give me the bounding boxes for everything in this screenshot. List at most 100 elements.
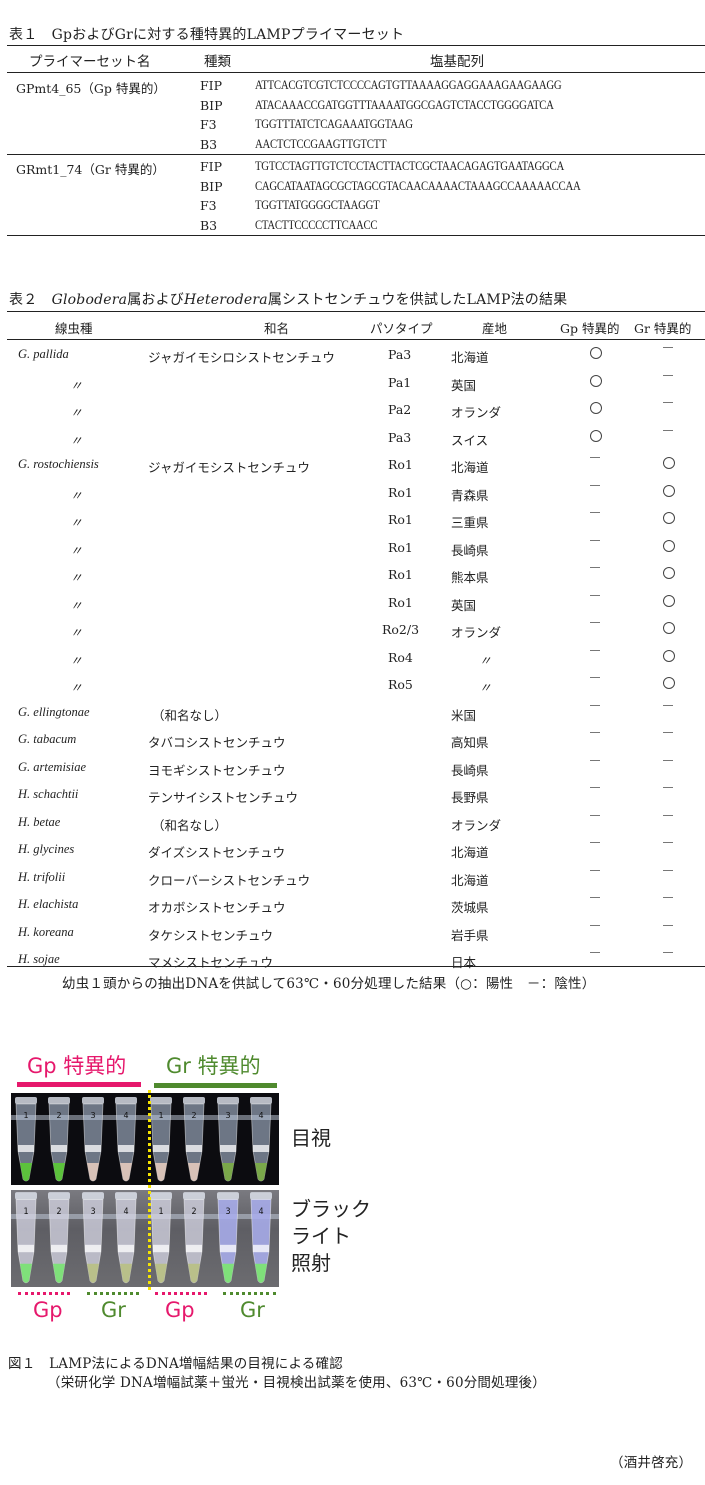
- tube-shape: 3: [217, 1097, 239, 1182]
- negative-dash-icon: [590, 594, 600, 596]
- species-cell: H. koreana: [18, 924, 74, 939]
- origin-cell: 三重県: [451, 515, 489, 530]
- negative-dash-icon: [663, 374, 673, 376]
- tube-shape: 2: [183, 1192, 205, 1284]
- table2-header-pathotype: パソタイプ: [370, 321, 433, 336]
- origin-cell: 北海道: [451, 350, 489, 365]
- sample-tube: 3: [81, 1093, 105, 1185]
- pathotype-cell: Pa3: [388, 347, 412, 362]
- species-cell: 〃: [70, 626, 83, 640]
- negative-dash-icon: [590, 787, 600, 788]
- negative-dash-icon: [590, 622, 600, 623]
- primer-type: BIP: [200, 97, 223, 113]
- tube-shape: 2: [48, 1192, 70, 1284]
- table-row: 〃 Ro1 熊本県: [0, 567, 705, 594]
- table2-header-origin: 産地: [482, 321, 508, 336]
- negative-dash-icon: [590, 952, 600, 953]
- tube-shape: 1: [15, 1192, 37, 1284]
- origin-cell: スイス: [451, 432, 489, 448]
- table2-top-rule: [7, 311, 705, 312]
- label-blacklight-line1: ブラック: [291, 1197, 371, 1221]
- origin-cell: 英国: [451, 377, 477, 393]
- table2-header-species: 線虫種: [55, 321, 93, 336]
- species-cell: G. rostochiensis: [18, 457, 99, 471]
- tube-shape: 3: [82, 1192, 104, 1284]
- species-cell: 〃: [70, 406, 83, 420]
- positive-circle-icon: [663, 594, 675, 607]
- primer-sequence: ATTCACGTCGTCTCCCCAGTGTTAAAAGGAGGAAAGAAGA…: [255, 78, 562, 92]
- pathotype-cell: Pa1: [388, 374, 412, 390]
- origin-cell: オランダ: [451, 817, 502, 833]
- japanese-name-cell: ジャガイモシストセンチュウ: [148, 460, 310, 475]
- positive-circle-icon: [590, 374, 602, 387]
- japanese-name-cell: タバコシストセンチュウ: [148, 735, 286, 750]
- sample-tube: 3: [216, 1093, 240, 1185]
- table1-header-sequence: 塩基配列: [430, 54, 484, 70]
- svg-text:1: 1: [158, 1206, 163, 1216]
- origin-cell: 〃: [479, 680, 492, 695]
- bottom-label-gp-1: Gp: [33, 1298, 63, 1322]
- sample-tube: 2: [182, 1093, 206, 1185]
- japanese-name-cell: （和名なし）: [152, 707, 228, 723]
- negative-dash-icon: [590, 567, 600, 568]
- pathotype-cell: Pa3: [388, 429, 412, 445]
- table-row: 〃 Ro1 青森県: [0, 484, 705, 512]
- tube-shape: 1: [15, 1097, 37, 1182]
- primer-set-name: GRmt1_74（Gr 特異的）: [16, 162, 165, 177]
- table1-header-rule: [7, 72, 705, 73]
- svg-text:4: 4: [258, 1111, 263, 1120]
- pathotype-cell: Ro1: [388, 484, 413, 500]
- negative-dash-icon: [663, 814, 673, 816]
- figure-label-gp-specific: Gp 特異的: [27, 1054, 127, 1078]
- table-row: 〃 Ro5 〃: [0, 677, 705, 704]
- tube-shape: 2: [183, 1097, 205, 1182]
- negative-dash-icon: [590, 539, 600, 541]
- sample-tube: 4: [249, 1093, 273, 1185]
- species-cell: G. ellingtonae: [18, 704, 90, 719]
- table2-header-japanese-name: 和名: [264, 321, 290, 336]
- species-cell: H. elachista: [18, 897, 79, 911]
- tube-shape: 4: [115, 1097, 137, 1182]
- origin-cell: 北海道: [451, 460, 489, 475]
- negative-dash-icon: [663, 787, 673, 788]
- positive-circle-icon: [590, 347, 602, 359]
- table1-header-name: プライマーセット名: [29, 54, 151, 70]
- table2-caption: 表２ Globodera属およびHeterodera属シストセンチュウを供試した…: [9, 289, 567, 309]
- japanese-name-cell: タケシストセンチュウ: [148, 927, 274, 943]
- table1-group-rule: [7, 154, 705, 155]
- tube-shape: 4: [115, 1192, 137, 1284]
- negative-dash-icon: [663, 842, 673, 843]
- table-row: G. artemisiae ヨモギシストセンチュウ 長崎県: [0, 759, 705, 787]
- svg-text:2: 2: [56, 1111, 61, 1120]
- negative-dash-icon: [590, 924, 600, 926]
- negative-dash-icon: [663, 402, 673, 403]
- negative-dash-icon: [590, 732, 600, 733]
- positive-circle-icon: [663, 539, 675, 552]
- figure-label-gr-specific: Gr 特異的: [166, 1054, 261, 1078]
- photo-visual-inspection: 1 2 3 4 1 2 3 4: [11, 1093, 279, 1185]
- species-cell: H. glycines: [18, 842, 75, 856]
- sample-tube: 2: [47, 1190, 71, 1287]
- label-blacklight-line3: 照射: [291, 1251, 331, 1275]
- origin-cell: 茨城県: [451, 900, 489, 915]
- origin-cell: 長崎県: [451, 542, 489, 558]
- label-blacklight-line2: ライト: [291, 1224, 351, 1248]
- sample-tube: 2: [47, 1093, 71, 1185]
- tube-shape: 1: [150, 1192, 172, 1284]
- positive-circle-icon: [590, 429, 602, 442]
- svg-text:1: 1: [23, 1111, 28, 1120]
- bottom-label-gr-2: Gr: [240, 1298, 265, 1322]
- table-row: 〃 Ro2/3 オランダ: [0, 622, 705, 649]
- table2-header-gr: Gr 特異的: [634, 321, 692, 336]
- table-row: G. rostochiensis ジャガイモシストセンチュウ Ro1 北海道: [0, 457, 705, 484]
- svg-text:1: 1: [23, 1206, 28, 1216]
- svg-text:3: 3: [90, 1206, 95, 1216]
- table-row: 〃 Ro1 三重県: [0, 512, 705, 539]
- negative-dash-icon: [590, 814, 600, 816]
- table-row: H. trifolii クローバーシストセンチュウ 北海道: [0, 869, 705, 897]
- pathotype-cell: Ro1: [388, 539, 413, 555]
- table2-caption-prefix: 表２: [9, 292, 52, 308]
- group-divider-line: [148, 1090, 151, 1290]
- table-row: 〃 Pa1 英国: [0, 374, 705, 402]
- species-cell: 〃: [70, 543, 83, 558]
